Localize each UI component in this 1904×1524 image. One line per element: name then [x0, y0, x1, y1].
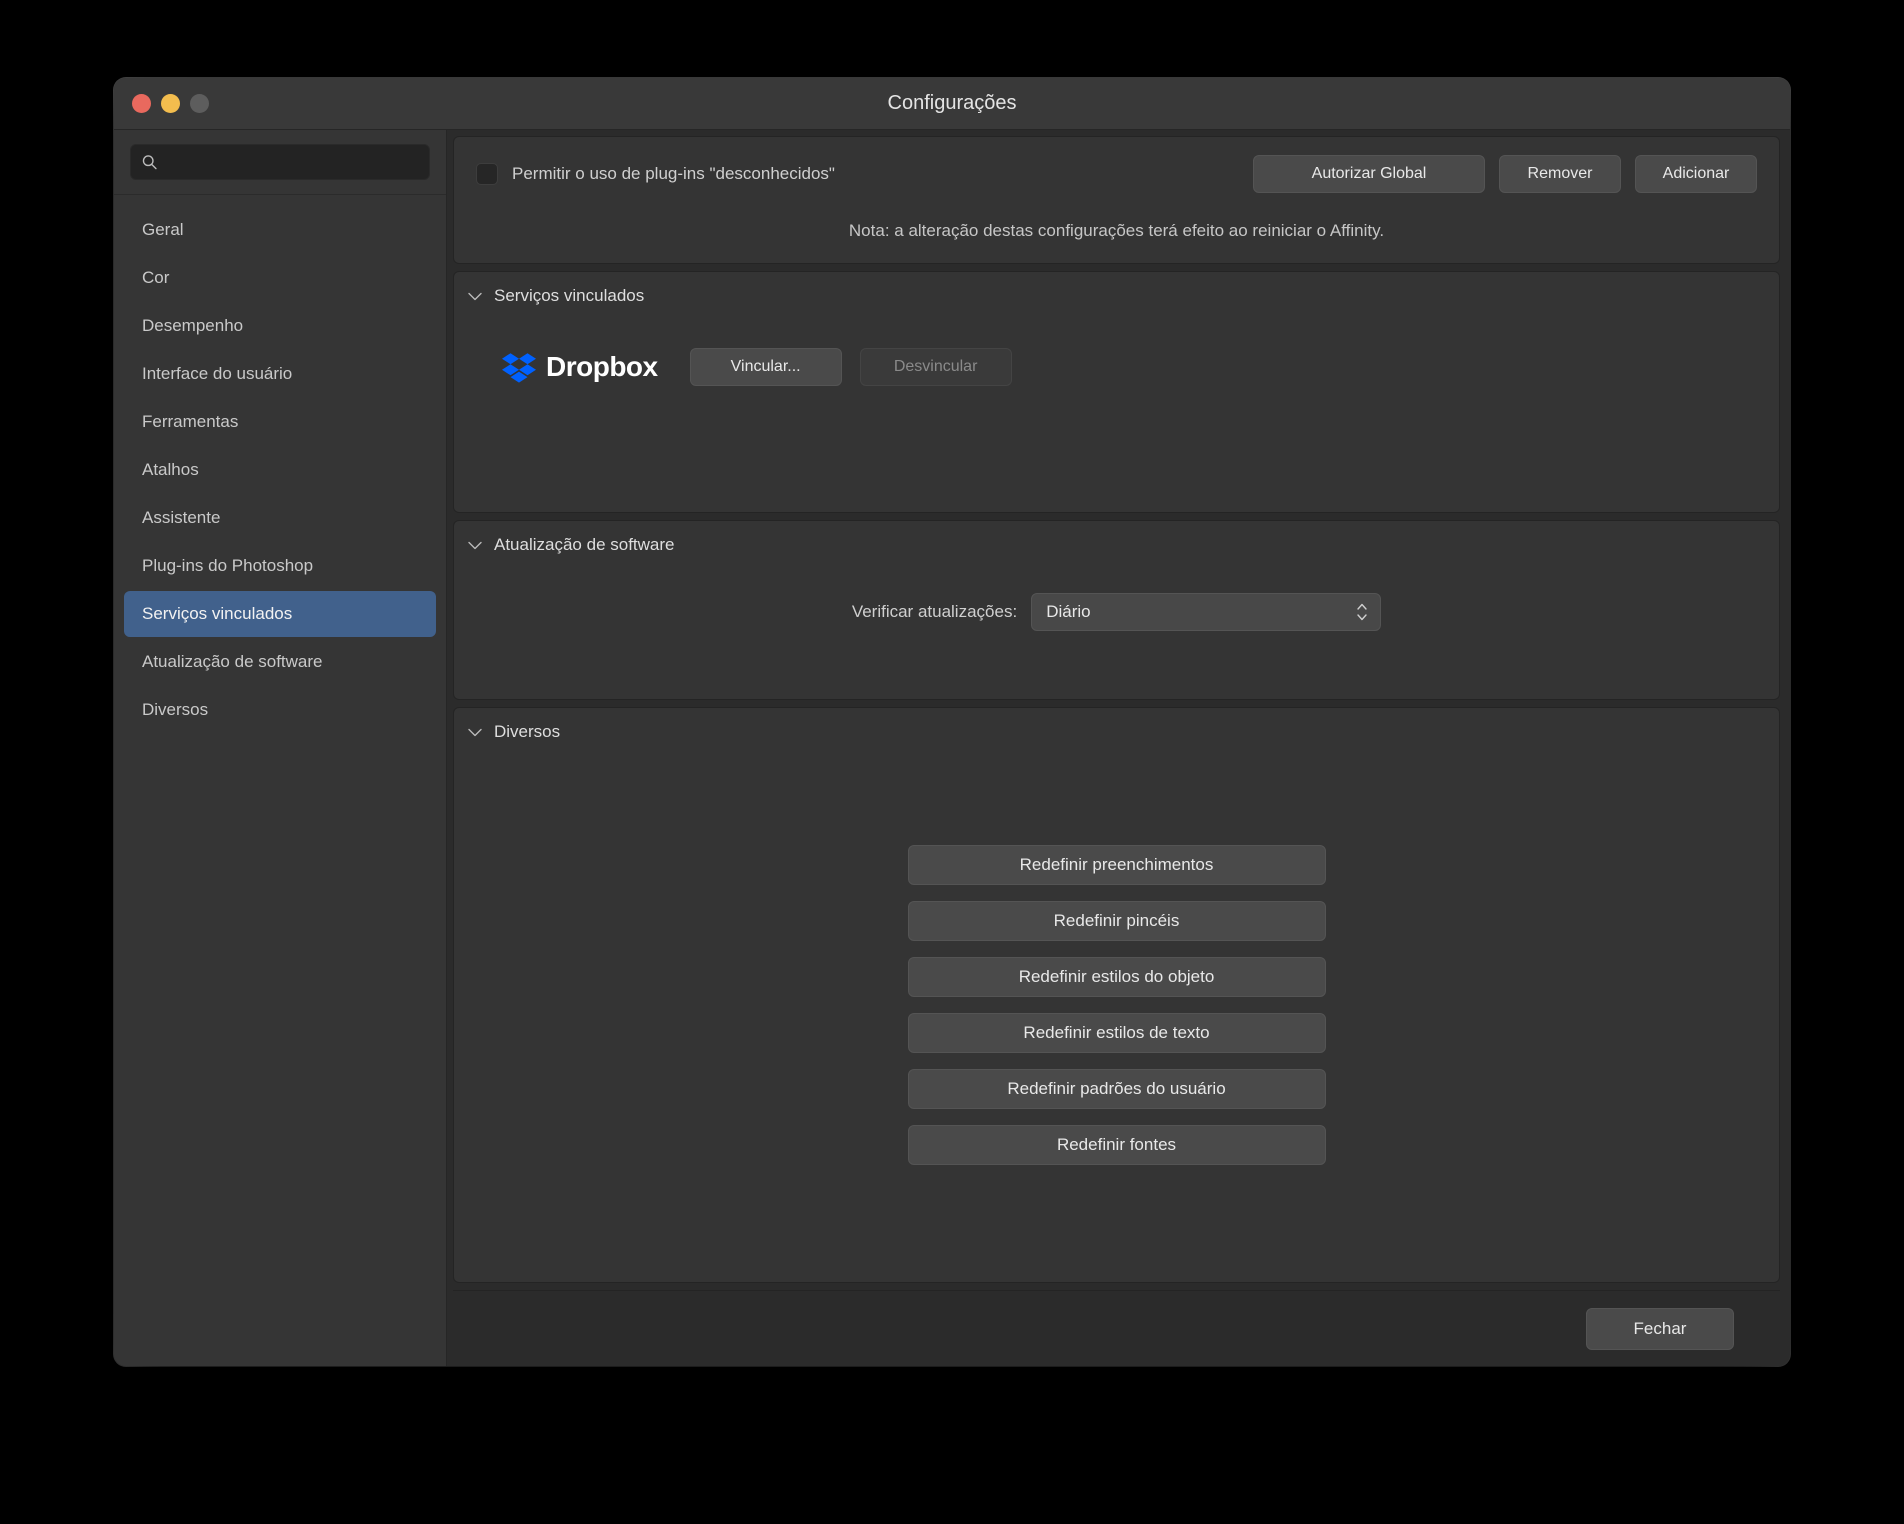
unlink-dropbox-button: Desvincular — [859, 348, 1012, 386]
desktop-backdrop: Configurações Geral Cor Desempenho Inter… — [0, 0, 1904, 1524]
sidebar-item-label: Plug-ins do Photoshop — [142, 556, 314, 575]
reset-object-styles-button[interactable]: Redefinir estilos do objeto — [907, 957, 1326, 997]
dropbox-wordmark: Dropbox — [546, 351, 658, 382]
close-button[interactable] — [132, 94, 151, 113]
reset-text-styles-button[interactable]: Redefinir estilos de texto — [907, 1013, 1326, 1053]
misc-panel: Diversos Redefinir preenchimentos Redefi… — [453, 707, 1780, 1283]
close-dialog-button[interactable]: Fechar — [1586, 1307, 1734, 1350]
plugins-panel: Permitir o uso de plug-ins "desconhecido… — [453, 136, 1780, 264]
zoom-button[interactable] — [190, 94, 209, 113]
check-updates-value: Diário — [1046, 602, 1091, 621]
sidebar-item-label: Cor — [142, 268, 170, 287]
content-area: Permitir o uso de plug-ins "desconhecido… — [447, 130, 1790, 1366]
sidebar-item-label: Serviços vinculados — [142, 604, 293, 623]
check-updates-row: Verificar atualizações: Diário — [454, 593, 1779, 631]
chevron-down-icon — [468, 728, 482, 736]
link-dropbox-button[interactable]: Vincular... — [689, 348, 842, 386]
stepper-arrows-icon[interactable] — [1356, 601, 1368, 623]
plugins-button-group: Autorizar Global Remover Adicionar — [1253, 155, 1757, 193]
search-box[interactable] — [130, 144, 430, 180]
search-container — [114, 130, 446, 195]
sidebar-item-atualizacao-de-software[interactable]: Atualização de software — [124, 639, 436, 685]
reset-user-defaults-button[interactable]: Redefinir padrões do usuário — [907, 1069, 1326, 1109]
sidebar-item-assistente[interactable]: Assistente — [124, 495, 436, 541]
search-icon — [142, 155, 157, 170]
authorize-global-button[interactable]: Autorizar Global — [1253, 155, 1485, 193]
plugins-note-text: Nota: a alteração destas configurações t… — [848, 221, 1385, 240]
sidebar-item-label: Ferramentas — [142, 412, 239, 431]
settings-window: Configurações Geral Cor Desempenho Inter… — [114, 78, 1790, 1366]
sidebar-item-cor[interactable]: Cor — [124, 255, 436, 301]
dropbox-logo: Dropbox — [502, 350, 658, 384]
allow-unknown-plugins-checkbox[interactable] — [476, 163, 498, 185]
sidebar-item-atalhos[interactable]: Atalhos — [124, 447, 436, 493]
sidebar-item-label: Assistente — [142, 508, 221, 527]
sidebar-nav-list: Geral Cor Desempenho Interface do usuári… — [114, 195, 446, 1366]
allow-unknown-plugins-label: Permitir o uso de plug-ins "desconhecido… — [512, 164, 835, 183]
reset-fonts-button[interactable]: Redefinir fontes — [907, 1125, 1326, 1165]
sidebar-item-geral[interactable]: Geral — [124, 207, 436, 253]
sidebar-item-label: Desempenho — [142, 316, 244, 335]
sidebar-item-plug-ins-do-photoshop[interactable]: Plug-ins do Photoshop — [124, 543, 436, 589]
minimize-button[interactable] — [161, 94, 180, 113]
reset-brushes-button[interactable]: Redefinir pincéis — [907, 901, 1326, 941]
chevron-down-icon — [468, 292, 482, 300]
dropbox-icon — [502, 353, 536, 383]
window-title: Configurações — [887, 92, 1017, 114]
misc-header[interactable]: Diversos — [454, 708, 1779, 742]
window-footer: Fechar — [453, 1290, 1780, 1366]
sidebar-item-label: Interface do usuário — [142, 364, 293, 383]
software-update-panel: Atualização de software Verificar atuali… — [453, 520, 1780, 700]
check-updates-select[interactable]: Diário — [1031, 593, 1382, 631]
add-plugin-button[interactable]: Adicionar — [1635, 155, 1757, 193]
title-bar: Configurações — [114, 78, 1790, 130]
check-updates-label: Verificar atualizações: — [851, 602, 1018, 621]
sidebar-item-label: Atalhos — [142, 460, 199, 479]
reset-buttons-list: Redefinir preenchimentos Redefinir pincé… — [454, 742, 1779, 1282]
plugins-top-row: Permitir o uso de plug-ins "desconhecido… — [476, 155, 1757, 193]
sidebar-item-interface-do-usuario[interactable]: Interface do usuário — [124, 351, 436, 397]
sidebar-item-label: Diversos — [142, 700, 209, 719]
linked-services-title: Serviços vinculados — [494, 286, 645, 305]
linked-services-header[interactable]: Serviços vinculados — [454, 272, 1779, 306]
dropbox-row: Dropbox Vincular... Desvincular — [454, 348, 1779, 386]
chevron-down-icon — [468, 541, 482, 549]
sidebar-item-diversos[interactable]: Diversos — [124, 687, 436, 733]
window-controls — [132, 94, 209, 113]
remove-plugin-button[interactable]: Remover — [1499, 155, 1621, 193]
sidebar-item-ferramentas[interactable]: Ferramentas — [124, 399, 436, 445]
reset-fills-button[interactable]: Redefinir preenchimentos — [907, 845, 1326, 885]
sidebar-item-label: Geral — [142, 220, 184, 239]
window-body: Geral Cor Desempenho Interface do usuári… — [114, 130, 1790, 1366]
sidebar-item-servicos-vinculados[interactable]: Serviços vinculados — [124, 591, 436, 637]
sidebar-item-label: Atualização de software — [142, 652, 323, 671]
sidebar-item-desempenho[interactable]: Desempenho — [124, 303, 436, 349]
misc-title: Diversos — [494, 722, 561, 741]
software-update-header[interactable]: Atualização de software — [454, 521, 1779, 555]
search-input[interactable] — [167, 153, 429, 171]
sidebar: Geral Cor Desempenho Interface do usuári… — [114, 130, 447, 1366]
software-update-title: Atualização de software — [494, 535, 675, 554]
linked-services-panel: Serviços vinculados Dropbox Vincular... … — [453, 271, 1780, 513]
